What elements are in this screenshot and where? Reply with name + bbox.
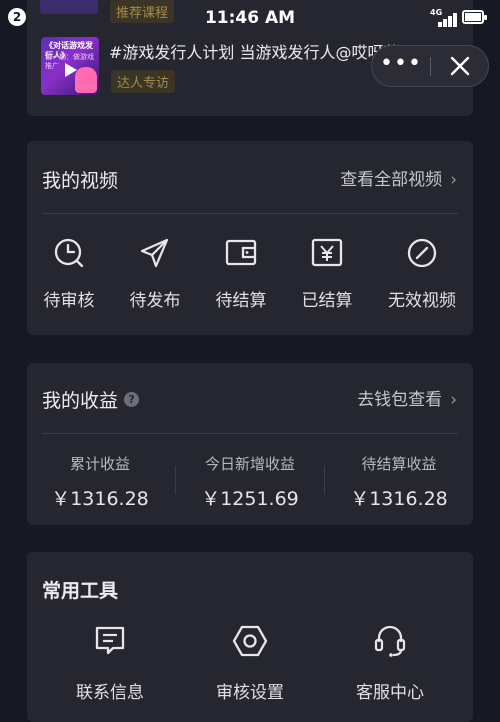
wallet-icon — [225, 239, 257, 266]
headset-icon — [374, 625, 406, 657]
video-status-label: 待审核 — [43, 291, 95, 311]
video-status-grid: 待审核 待发布 待结算 已结算 无效视频 — [27, 236, 473, 316]
my-videos-card: 我的视频 查看全部视频 › 待审核 待发布 待结算 已结算 无效视频 — [27, 141, 473, 335]
chevron-right-icon: › — [450, 390, 457, 410]
section-divider — [42, 213, 458, 214]
clock-icon — [54, 238, 84, 268]
chevron-right-icon: › — [450, 170, 457, 190]
close-icon — [450, 56, 470, 76]
thumbnail-character — [75, 67, 97, 93]
video-status-pending-review[interactable]: 待审核 — [24, 236, 114, 311]
view-all-videos-label: 查看全部视频 — [340, 170, 443, 190]
earnings-pending: 待结算收益 ￥1316.28 — [329, 453, 469, 511]
go-to-wallet-label: 去钱包查看 — [357, 390, 443, 410]
earnings-total-value: ￥1316.28 — [51, 488, 149, 510]
earnings-today-value: ￥1251.69 — [201, 488, 299, 510]
my-earnings-title: 我的收益? — [42, 386, 140, 413]
my-videos-title: 我的视频 — [42, 170, 119, 192]
view-all-videos-link[interactable]: 查看全部视频 › — [340, 165, 457, 190]
video-tag: 达人专访 — [111, 70, 176, 93]
close-button[interactable] — [431, 46, 489, 86]
status-time: 11:46 AM — [204, 8, 296, 28]
section-divider — [42, 433, 458, 434]
video-status-label: 待发布 — [129, 291, 181, 311]
tool-label: 客服中心 — [356, 683, 424, 703]
message-icon — [95, 626, 125, 655]
earnings-today: 今日新增收益 ￥1251.69 — [180, 453, 320, 511]
video-status-label: 待结算 — [215, 291, 267, 311]
stat-divider — [324, 466, 325, 494]
signal-icon — [434, 9, 458, 27]
video-status-label: 已结算 — [301, 291, 353, 311]
more-button[interactable]: ••• — [372, 46, 430, 86]
video-status-invalid[interactable]: 无效视频 — [377, 236, 467, 311]
my-earnings-card: 我的收益? 去钱包查看 › 累计收益 ￥1316.28 今日新增收益 ￥1251.… — [27, 363, 473, 525]
help-icon[interactable]: ? — [124, 392, 140, 407]
common-tools-title: 常用工具 — [42, 580, 119, 602]
common-tools-card: 常用工具 联系信息 审核设置 客服中心 — [27, 552, 473, 722]
tool-contact-info[interactable]: 联系信息 — [50, 624, 170, 703]
video-status-label: 无效视频 — [388, 291, 456, 311]
earnings-total-label: 累计收益 — [69, 455, 130, 473]
earnings-total: 累计收益 ￥1316.28 — [30, 453, 170, 511]
video-status-settled[interactable]: 已结算 — [282, 236, 372, 311]
video-status-pending-publish[interactable]: 待发布 — [110, 236, 200, 311]
stat-divider — [175, 466, 176, 494]
my-earnings-label: 我的收益 — [42, 390, 119, 412]
tool-review-settings[interactable]: 审核设置 — [190, 624, 310, 703]
tool-customer-service[interactable]: 客服中心 — [330, 624, 450, 703]
earnings-today-label: 今日新增收益 — [204, 455, 295, 473]
earnings-pending-value: ￥1316.28 — [350, 488, 448, 510]
video-status-pending-settlement[interactable]: 待结算 — [196, 236, 286, 311]
status-bar: 2 11:46 AM 4G — [0, 0, 500, 36]
go-to-wallet-link[interactable]: 去钱包查看 › — [357, 385, 457, 410]
yen-icon — [311, 238, 343, 267]
settings-hex-icon — [232, 625, 268, 657]
tool-label: 联系信息 — [76, 683, 144, 703]
send-icon — [140, 238, 169, 268]
play-icon — [65, 63, 77, 77]
battery-icon — [462, 10, 487, 24]
menu-capsule: ••• — [371, 45, 489, 87]
invalid-icon — [407, 238, 437, 268]
tool-label: 审核设置 — [216, 683, 284, 703]
video-thumbnail[interactable]: 《对话游戏发行人》 第一期：做游戏推广 — [41, 37, 99, 95]
earnings-pending-label: 待结算收益 — [361, 455, 437, 473]
